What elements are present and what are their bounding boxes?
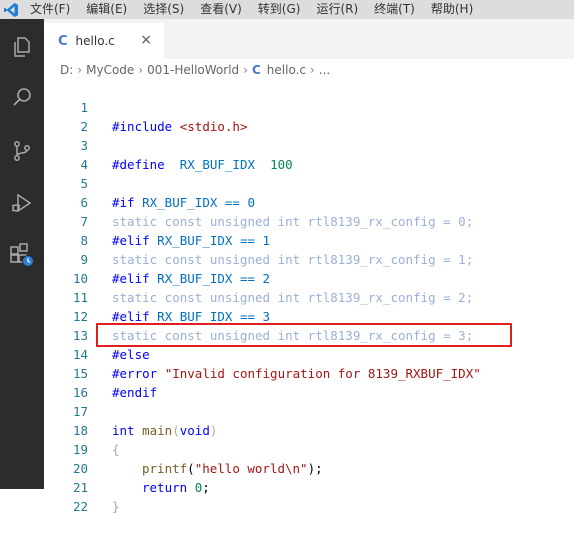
code-line: 17 int main(void) — [44, 383, 574, 438]
code-line: 12 static const unsigned int rtl8139_rx_… — [44, 288, 574, 343]
breadcrumb-folder-helloworld[interactable]: 001-HelloWorld — [147, 63, 239, 77]
editor-area: C hello.c × D: › MyCode › 001-HelloWorld… — [44, 19, 574, 514]
code-line: 5 #if RX_BUF_IDX == 0 — [44, 155, 574, 210]
menu-file[interactable]: 文件(F) — [22, 0, 78, 19]
breadcrumb-folder-mycode[interactable]: MyCode — [86, 63, 134, 77]
error-line-highlight-box — [96, 323, 512, 347]
menu-selection[interactable]: 选择(S) — [135, 0, 192, 19]
tab-bar: C hello.c × — [44, 19, 574, 59]
breadcrumb-more[interactable]: ... — [319, 63, 330, 77]
code-line: 1 #include <stdio.h> — [44, 79, 574, 134]
menu-run[interactable]: 运行(R) — [308, 0, 366, 19]
explorer-files-icon[interactable] — [8, 33, 36, 61]
chevron-right-icon: › — [309, 63, 315, 77]
search-icon[interactable] — [8, 83, 36, 111]
c-file-icon: C — [251, 63, 261, 77]
source-control-icon[interactable] — [8, 137, 36, 165]
vscode-logo-icon[interactable] — [0, 0, 22, 19]
code-line: 9 #elif RX_BUF_IDX == 2 — [44, 231, 574, 286]
chevron-right-icon: › — [138, 63, 144, 77]
code-line: 2 — [44, 98, 574, 134]
menu-bar: 文件(F) 编辑(E) 选择(S) 查看(V) 转到(G) 运行(R) 终端(T… — [0, 0, 574, 19]
code-token: } — [112, 499, 120, 514]
c-file-icon: C — [58, 33, 68, 49]
menu-help[interactable]: 帮助(H) — [423, 0, 481, 19]
code-line: 16 — [44, 364, 574, 400]
breadcrumb-drive[interactable]: D: — [60, 63, 73, 77]
code-line: 8 static const unsigned int rtl8139_rx_c… — [44, 212, 574, 267]
code-line: 22 — [44, 478, 574, 514]
code-line: 15 #endif — [44, 345, 574, 400]
code-line: 20 return 0; — [44, 440, 574, 495]
chevron-right-icon: › — [77, 63, 83, 77]
tab-hello-c[interactable]: C hello.c × — [44, 23, 164, 59]
chevron-right-icon: › — [243, 63, 248, 77]
tab-label: hello.c — [75, 34, 115, 48]
code-line: 18 { — [44, 402, 574, 457]
activity-bar — [0, 19, 44, 489]
code-line: 11 #elif RX_BUF_IDX == 3 — [44, 269, 574, 324]
menu-terminal[interactable]: 终端(T) — [366, 0, 423, 19]
code-line: 10 static const unsigned int rtl8139_rx_… — [44, 250, 574, 305]
breadcrumb: D: › MyCode › 001-HelloWorld › C hello.c… — [60, 61, 330, 79]
close-icon[interactable]: × — [140, 32, 152, 48]
menu-go[interactable]: 转到(G) — [250, 0, 309, 19]
menu-view[interactable]: 查看(V) — [192, 0, 250, 19]
run-debug-icon[interactable] — [8, 189, 36, 217]
code-line: 7 #elif RX_BUF_IDX == 1 — [44, 193, 574, 248]
line-number: 22 — [72, 499, 88, 514]
menu-edit[interactable]: 编辑(E) — [78, 0, 135, 19]
code-line: 6 static const unsigned int rtl8139_rx_c… — [44, 174, 574, 229]
code-line: 21 } — [44, 459, 574, 514]
breadcrumb-file[interactable]: hello.c — [267, 63, 306, 77]
code-line: 19 printf("hello world\n"); — [44, 421, 574, 476]
code-line: 4 — [44, 136, 574, 172]
extensions-clock-icon[interactable] — [8, 241, 36, 269]
code-line: 3 #define RX_BUF_IDX 100 — [44, 117, 574, 172]
